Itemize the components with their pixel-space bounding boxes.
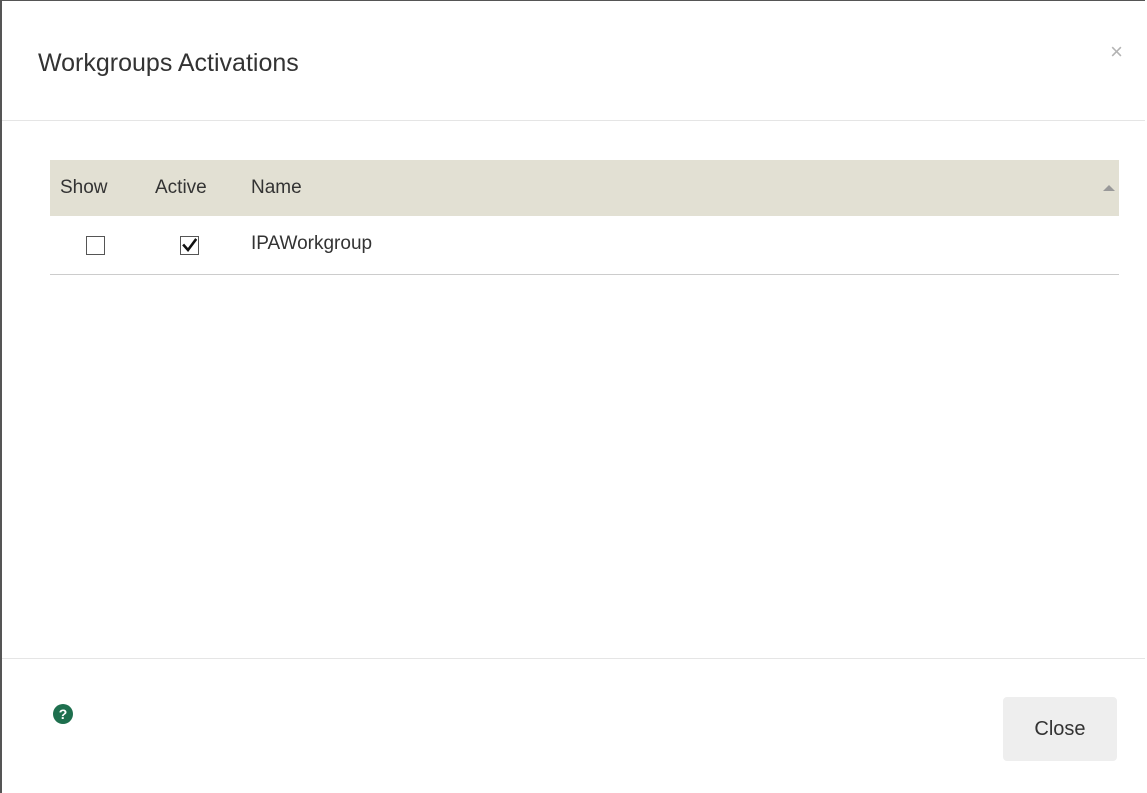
checkmark-icon [182,238,197,253]
close-icon[interactable]: × [1110,41,1123,63]
dialog-header: Workgroups Activations × [2,1,1145,121]
workgroup-name: IPAWorkgroup [251,233,373,254]
workgroups-activations-dialog: Workgroups Activations × Show Active Nam… [0,0,1145,793]
question-circle-icon[interactable]: ? [53,704,73,724]
column-header-show[interactable]: Show [60,177,108,199]
dialog-title: Workgroups Activations [38,49,299,77]
workgroups-table: Show Active Name IPAWorkgroup [50,160,1119,275]
active-checkbox[interactable] [180,236,199,255]
column-header-active[interactable]: Active [155,177,207,199]
close-button[interactable]: Close [1003,697,1117,761]
dialog-body: Show Active Name IPAWorkgroup [2,121,1145,658]
show-checkbox[interactable] [86,236,105,255]
table-row[interactable]: IPAWorkgroup [50,216,1119,275]
column-header-name[interactable]: Name [251,177,302,199]
dialog-footer: ? Close [2,658,1145,793]
table-header: Show Active Name [50,160,1119,216]
sort-ascending-icon[interactable] [1103,185,1115,191]
